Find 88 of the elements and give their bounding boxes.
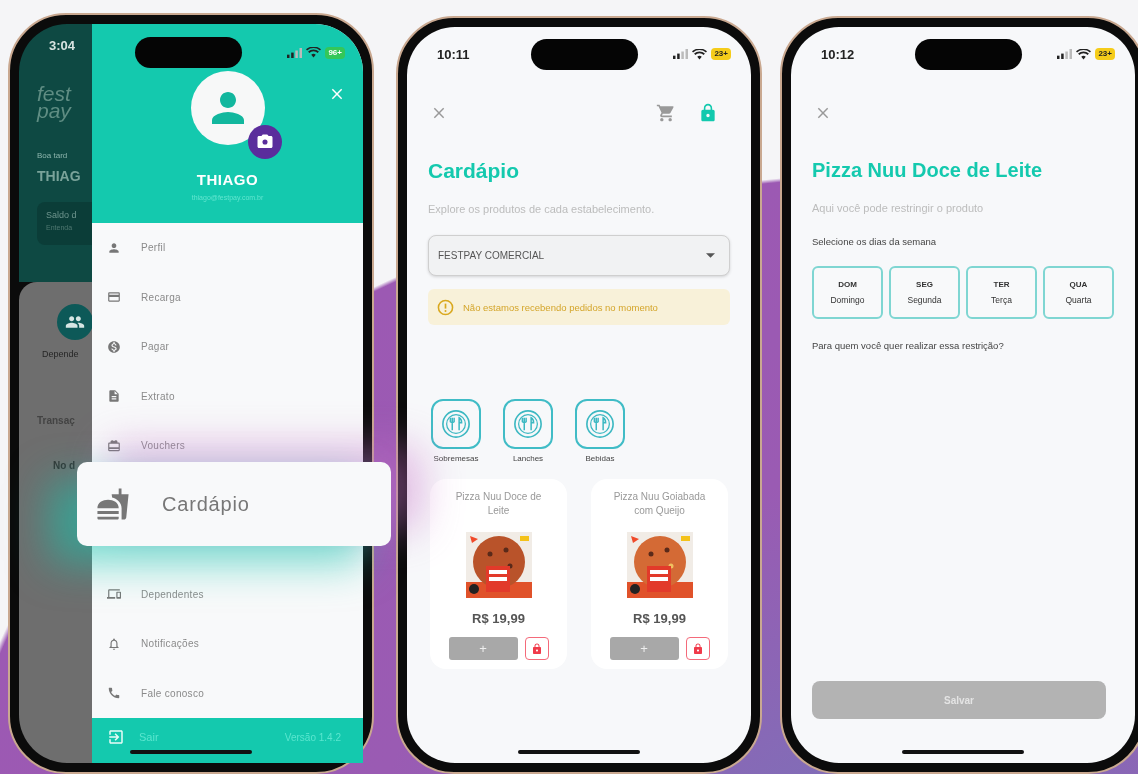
- menu-item-label: Extrato: [141, 390, 175, 402]
- gift-box-icon: [107, 438, 121, 453]
- logout-label: Sair: [139, 730, 159, 743]
- cutlery-icon: [441, 409, 471, 439]
- menu-item[interactable]: Cardápio: [77, 462, 391, 547]
- cutlery-icon: [585, 409, 615, 439]
- question-text: Para quem você quer realizar essa restrição?: [812, 340, 1005, 351]
- shortcut-button[interactable]: [57, 304, 92, 340]
- signal-icon: [1057, 49, 1073, 59]
- product-price: R$ 19,99: [633, 611, 686, 626]
- menu-item-label: Dependentes: [141, 588, 204, 600]
- camera-icon: [255, 133, 274, 151]
- burger-drink-icon: [96, 487, 130, 522]
- menu-item[interactable]: Fale conosco: [92, 668, 363, 718]
- establishment-dropdown[interactable]: FESTPAY COMERCIAL: [428, 235, 730, 276]
- menu-item[interactable]: Dependentes: [92, 569, 363, 619]
- product-name: Pizza Nuu Goiabada com Queijo: [612, 490, 707, 518]
- credit-card-icon: [107, 290, 121, 304]
- bell-icon: [107, 636, 121, 651]
- product-name: Pizza Nuu Doce de Leite: [454, 490, 543, 518]
- day-chip[interactable]: SEG Segunda: [889, 266, 960, 319]
- day-chip[interactable]: QUA Quarta: [1043, 266, 1114, 319]
- battery-indicator: 23+: [711, 48, 731, 60]
- battery-indicator: 23+: [1095, 48, 1115, 60]
- page-title: Cardápio: [428, 159, 520, 183]
- notice-text: Não estamos recebendo pedidos no momento: [463, 301, 658, 313]
- battery-indicator: 96+: [325, 46, 345, 59]
- wifi-icon: [306, 47, 322, 58]
- day-chip[interactable]: DOM Domingo: [812, 266, 883, 319]
- status-time: 10:12: [821, 46, 856, 62]
- balance-title: Saldo d: [46, 210, 78, 220]
- menu-item-label: Fale conosco: [141, 687, 205, 699]
- section-label: Selecione os dias da semana: [812, 236, 938, 247]
- menu-item[interactable]: Notificações: [92, 618, 363, 669]
- add-button[interactable]: +: [609, 637, 679, 660]
- document-icon: [107, 389, 121, 403]
- product-card[interactable]: Pizza Nuu Doce de Leite R$ 19,99 +: [430, 479, 567, 669]
- product-price: R$ 19,99: [472, 611, 525, 626]
- caret-down-icon: [706, 253, 715, 258]
- close-icon[interactable]: [815, 105, 831, 121]
- category-button[interactable]: [503, 399, 553, 449]
- camera-button[interactable]: [247, 125, 282, 159]
- menu-item-label: Cardápio: [162, 492, 250, 516]
- menu-item-label: Notificações: [141, 638, 200, 649]
- wifi-icon: [1076, 48, 1092, 60]
- add-button[interactable]: +: [448, 637, 518, 660]
- lock-icon: [530, 642, 543, 655]
- category-label: Sobremesas: [433, 454, 479, 463]
- greeting-text: Boa tard: [37, 151, 69, 160]
- avatar[interactable]: [190, 71, 265, 145]
- logout-icon: [107, 727, 125, 746]
- menu-item-label: Perfil: [141, 242, 166, 253]
- user-name: THIAGO: [196, 171, 259, 188]
- cutlery-icon: [513, 409, 543, 439]
- menu-item-label: Vouchers: [141, 440, 186, 451]
- user-name: THIAG: [37, 168, 82, 184]
- status-time: 10:11: [437, 46, 471, 62]
- phone-icon: [107, 686, 121, 700]
- menu-item-label: Recarga: [141, 291, 181, 303]
- menu-item[interactable]: Recarga: [92, 272, 363, 322]
- lock-button[interactable]: [685, 637, 710, 660]
- logo-text: fest: [37, 85, 73, 102]
- signal-icon: [287, 47, 303, 58]
- menu-item[interactable]: Pagar: [92, 321, 363, 372]
- category-label: Lanches: [512, 454, 544, 463]
- category-button[interactable]: [431, 399, 481, 449]
- close-icon[interactable]: [431, 105, 447, 121]
- day-chip[interactable]: TER Terça: [966, 266, 1037, 319]
- product-card[interactable]: Pizza Nuu Goiabada com Queijo R$ 19,99 +: [591, 479, 728, 669]
- version-text: Versão 1.4.2: [284, 731, 341, 743]
- lock-button[interactable]: [524, 637, 549, 660]
- signal-icon: [673, 49, 689, 59]
- dollar-coin-icon: [107, 339, 121, 354]
- shortcut-label: Depende: [42, 349, 80, 359]
- status-time: 3:04: [49, 38, 77, 53]
- close-icon[interactable]: [329, 86, 345, 102]
- warning-icon: [437, 298, 454, 316]
- category-label: Bebidas: [585, 454, 615, 463]
- menu-item-label: Pagar: [141, 341, 170, 352]
- menu-item[interactable]: Extrato: [92, 371, 363, 421]
- wifi-icon: [692, 48, 708, 60]
- lock-icon: [691, 642, 704, 655]
- cart-icon[interactable]: [656, 103, 676, 123]
- devices-icon: [107, 587, 121, 601]
- lock-icon[interactable]: [698, 103, 718, 123]
- menu-item[interactable]: Perfil: [92, 222, 363, 273]
- category-button[interactable]: [575, 399, 625, 449]
- page-title: Pizza Nuu Doce de Leite: [812, 159, 1044, 182]
